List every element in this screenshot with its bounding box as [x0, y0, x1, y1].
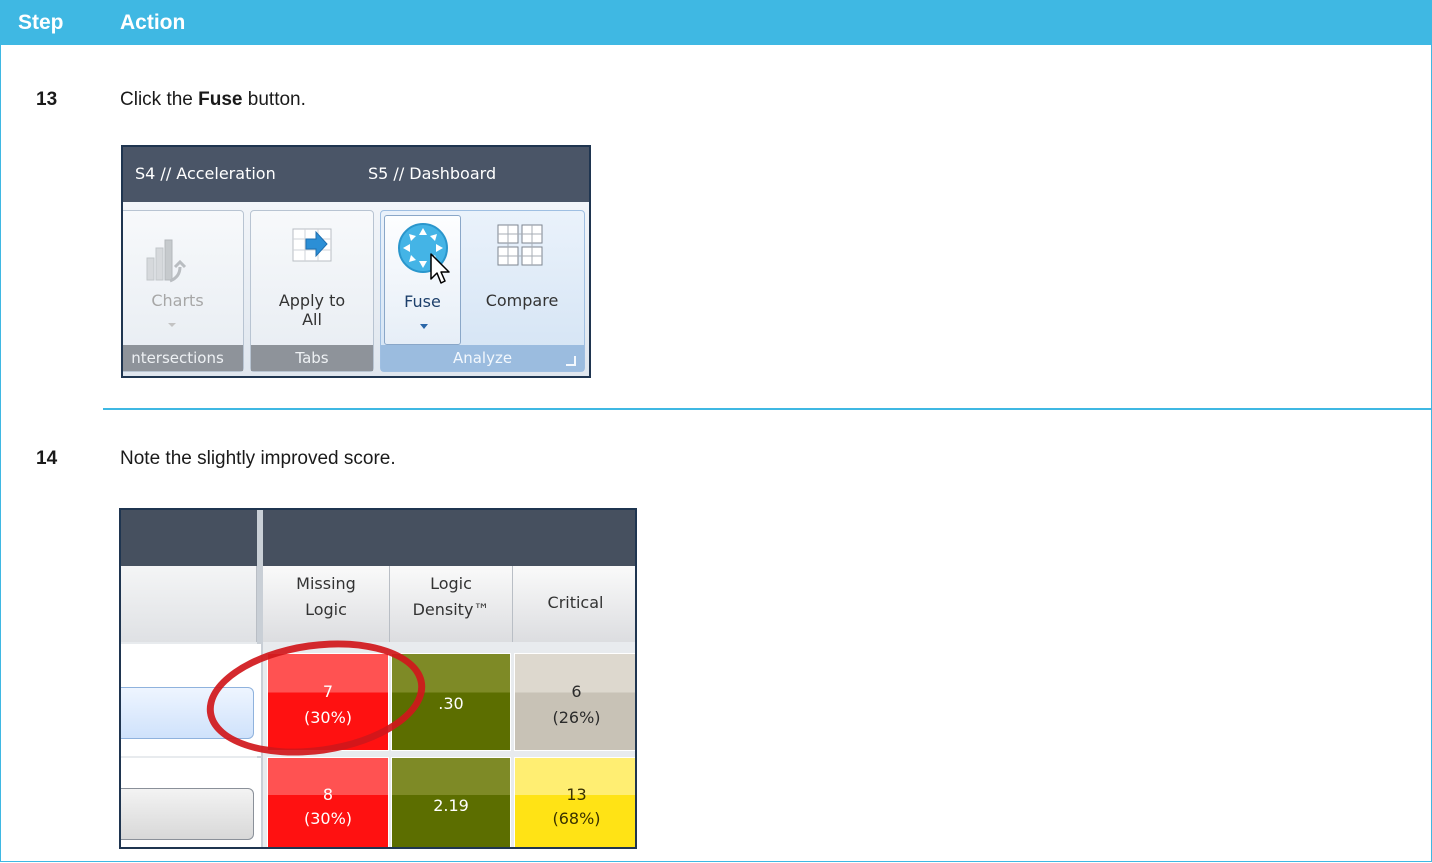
- group-label-intersections: ntersections: [123, 345, 243, 371]
- apply-to-all-icon: [287, 221, 337, 271]
- fuse-button[interactable]: Fuse: [384, 215, 461, 345]
- chevron-down-icon: [168, 323, 176, 327]
- logic-density-header: Logic Density™: [390, 566, 513, 642]
- critical-cell[interactable]: 13 (68%): [514, 757, 635, 847]
- fuse-label: Fuse: [404, 292, 441, 311]
- step-number: 13: [36, 89, 58, 110]
- dialog-launcher-icon[interactable]: [566, 356, 576, 366]
- mouse-cursor-icon: [429, 252, 455, 288]
- bar-chart-icon: [137, 236, 187, 286]
- row-name-field[interactable]: [121, 788, 254, 840]
- logic-density-cell[interactable]: 2.19: [391, 757, 511, 847]
- ribbon-group-analyze: Fuse Compare Analyze: [380, 210, 585, 372]
- tab-s4-acceleration[interactable]: S4 // Acceleration: [135, 164, 276, 183]
- action-column-header: Action: [120, 11, 186, 34]
- ribbon-body: Charts ntersections Apply to All Tabs Fu…: [123, 202, 589, 376]
- chevron-down-icon: [420, 324, 428, 329]
- step-column-header: Step: [18, 11, 64, 34]
- ribbon-group-tabs: Apply to All Tabs: [250, 210, 374, 372]
- step-number: 14: [36, 448, 58, 469]
- apply-to-all-button[interactable]: Apply to All: [251, 291, 373, 329]
- group-label-analyze: Analyze: [381, 345, 584, 371]
- compare-grid-icon: [492, 217, 548, 273]
- critical-cell[interactable]: 6 (26%): [514, 653, 635, 751]
- table-header: Step Action: [0, 0, 1432, 45]
- missing-logic-header: Missing Logic: [263, 566, 390, 642]
- ribbon-group-intersections: Charts ntersections: [123, 210, 244, 372]
- score-screenshot: Missing Logic Logic Density™ Critical 7 …: [119, 508, 637, 849]
- step-instruction: Click the Fuse button.: [120, 89, 306, 110]
- ribbon-tab-bar: S4 // Acceleration S5 // Dashboard: [123, 147, 589, 202]
- group-label-tabs: Tabs: [251, 345, 373, 371]
- step-instruction: Note the slightly improved score.: [120, 448, 396, 469]
- name-column-header: [121, 566, 257, 642]
- missing-logic-cell[interactable]: 8 (30%): [267, 757, 389, 847]
- score-header-bar: [121, 510, 635, 566]
- tab-s5-dashboard[interactable]: S5 // Dashboard: [368, 164, 496, 183]
- charts-button[interactable]: Charts: [123, 291, 243, 310]
- compare-button[interactable]: Compare: [469, 291, 575, 310]
- critical-header: Critical: [513, 566, 635, 642]
- row-divider: [103, 408, 1432, 410]
- ribbon-screenshot: S4 // Acceleration S5 // Dashboard Chart…: [121, 145, 591, 378]
